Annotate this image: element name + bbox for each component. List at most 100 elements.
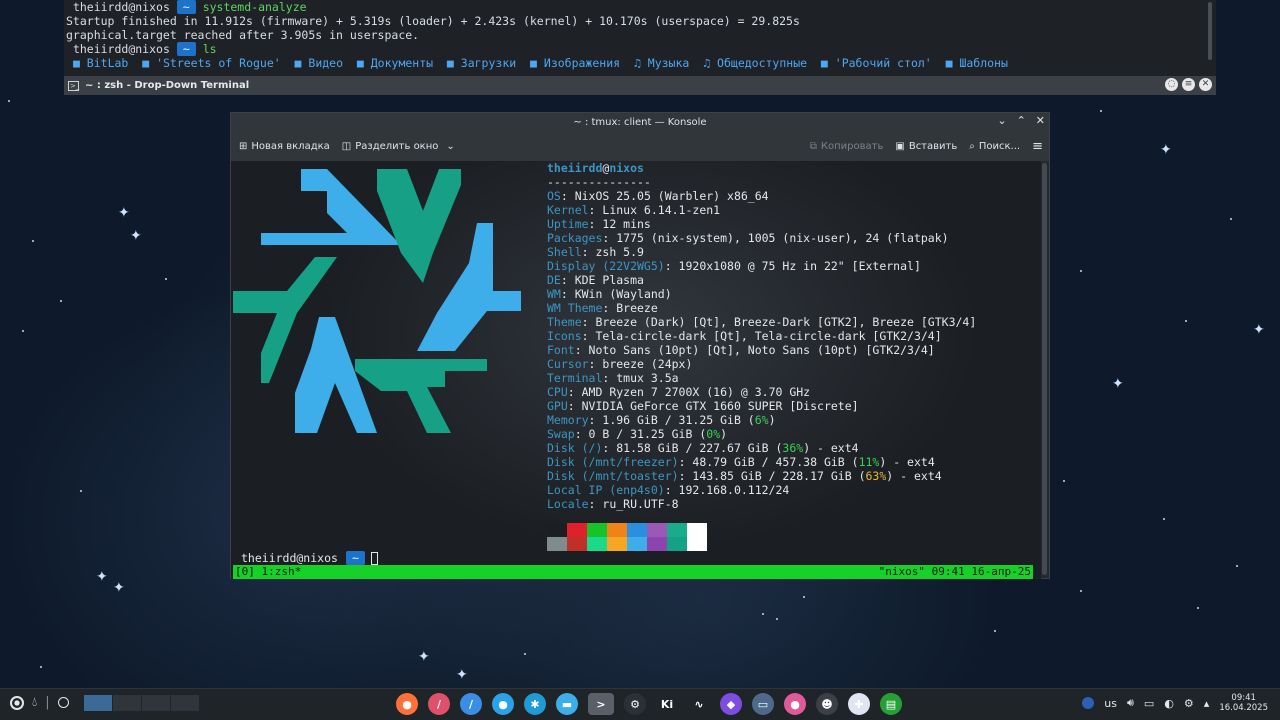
color-app-icon[interactable]: ● (784, 693, 806, 715)
monitor-app-icon[interactable]: ▤ (880, 693, 902, 715)
terminal-area[interactable]: theiirdd@nixos --------------- OS: NixOS… (231, 161, 1041, 579)
new-tab-button[interactable]: ⊞ Новая вкладка (239, 141, 330, 152)
volume-icon[interactable]: 🔊︎ (1127, 696, 1134, 710)
settings-icon[interactable]: ⚙ (1184, 697, 1194, 710)
star-decoration (22, 330, 24, 332)
desktop-1[interactable] (84, 695, 112, 711)
vm-app-icon[interactable]: ▭ (752, 693, 774, 715)
split-label: Разделить окно (355, 141, 439, 152)
star-decoration (1197, 607, 1199, 609)
virtual-desktop-pager[interactable] (84, 695, 200, 711)
text-cursor (370, 551, 378, 565)
palette-swatch (627, 523, 647, 537)
obsidian-app-icon[interactable]: ◆ (720, 693, 742, 715)
tmux-window-list[interactable]: [0] 1:zsh* (235, 565, 301, 579)
info-row: Cursor: breeze (24px) (547, 357, 693, 371)
files-app-icon[interactable]: ▬ (556, 693, 578, 715)
star-decoration (32, 240, 34, 242)
scrollbar[interactable] (1208, 2, 1212, 60)
editor-app-icon[interactable]: / (460, 693, 482, 715)
star-decoration (994, 630, 996, 632)
minimize-button[interactable]: ⌄ (997, 114, 1006, 127)
firefox-icon[interactable]: ● (396, 693, 418, 715)
copy-button[interactable]: ⧉ Копировать (810, 141, 884, 152)
color-palette (547, 523, 707, 551)
search-button[interactable]: ⌕ Поиск... (969, 141, 1020, 152)
info-row-disk: Disk (/mnt/freezer): 48.79 GiB / 457.38 … (547, 455, 935, 469)
star-decoration (776, 618, 778, 620)
digital-clock[interactable]: 09:41 16.04.2025 (1219, 693, 1268, 713)
update-icon[interactable] (1082, 697, 1095, 709)
konsole-titlebar[interactable]: ~ : tmux: client — Konsole ⌄ ⌃ ✕ (231, 113, 1049, 132)
star-decoration: ✦ (118, 205, 130, 221)
maximize-button[interactable]: ⌃ (1017, 114, 1026, 127)
hamburger-menu-icon[interactable]: ≡ (1032, 139, 1043, 154)
konsole-window[interactable]: ~ : tmux: client — Konsole ⌄ ⌃ ✕ ⊞ Новая… (230, 112, 1050, 579)
palette-swatch (607, 523, 627, 537)
palette-swatch (667, 537, 687, 551)
copy-label: Копировать (820, 141, 884, 152)
star-decoration (60, 300, 62, 302)
user-host: theiirdd@nixos (547, 161, 644, 175)
shell-prompt[interactable]: theiirdd@nixos ~ (241, 551, 378, 565)
brightness-icon[interactable]: ◐ (1164, 697, 1174, 710)
accessibility-app-icon[interactable]: ✱ (524, 693, 546, 715)
info-row: CPU: AMD Ryzen 7 2700X (16) @ 3.70 GHz (547, 385, 811, 399)
scrollbar[interactable] (1042, 163, 1047, 575)
close-button[interactable]: ✕ (1199, 78, 1212, 91)
menu-button[interactable]: ≡ (1182, 78, 1195, 91)
dropdown-terminal-output[interactable]: theiirdd@nixos ~ systemd-analyze Startup… (64, 0, 1216, 76)
star-decoration (1185, 320, 1187, 322)
logo-lambda (377, 169, 461, 283)
info-row: Kernel: Linux 6.14.1-zen1 (547, 203, 721, 217)
chat-app-icon[interactable]: ● (492, 693, 514, 715)
star-decoration (1063, 480, 1065, 482)
pencil-app-icon[interactable]: / (428, 693, 450, 715)
desktop-3[interactable] (142, 695, 170, 711)
palette-swatch (647, 523, 667, 537)
fastfetch-info: theiirdd@nixos --------------- OS: NixOS… (547, 161, 1027, 511)
dropdown-titlebar[interactable]: >_ ~ : zsh - Drop-Down Terminal ◌ ≡ ✕ (64, 76, 1216, 95)
clock-time: 09:41 (1231, 693, 1256, 703)
dropdown-terminal[interactable]: theiirdd@nixos ~ systemd-analyze Startup… (64, 0, 1216, 95)
star-decoration: ✦ (130, 228, 142, 244)
steam-app-icon[interactable]: ⚙ (624, 693, 646, 715)
desktop-4[interactable] (171, 695, 199, 711)
keyboard-layout[interactable]: us (1104, 697, 1117, 710)
split-view-button[interactable]: ◫ Разделить окно ⌄ (342, 141, 455, 152)
bot-app-icon[interactable]: ☻ (816, 693, 838, 715)
star-decoration: ✦ (113, 580, 125, 596)
terminal-icon: >_ (68, 80, 80, 91)
palette-swatch (687, 537, 707, 551)
water-drop-icon[interactable]: 💧︎ (32, 695, 37, 710)
info-row: Display (22V2WG5): 1920x1080 @ 75 Hz in … (547, 259, 921, 273)
star-decoration (1100, 110, 1102, 112)
konsole-toolbar: ⊞ Новая вкладка ◫ Разделить окно ⌄ ⧉ Коп… (231, 132, 1049, 161)
keep-open-button[interactable]: ◌ (1165, 78, 1178, 91)
display-icon[interactable]: ▭ (1144, 697, 1154, 710)
desktop-2[interactable] (113, 695, 141, 711)
tmux-status-bar: [0] 1:zsh* "nixos" 09:41 16-апр-25 (233, 565, 1033, 579)
palette-swatch (567, 537, 587, 551)
app-launcher-icon[interactable] (10, 695, 24, 710)
circle-icon[interactable] (57, 697, 69, 708)
search-icon: ⌕ (969, 141, 975, 152)
settings-app-icon[interactable]: ✚ (848, 693, 870, 715)
tmux-status-right: "nixos" 09:41 16-апр-25 (878, 565, 1031, 578)
paste-button[interactable]: ▣ Вставить (895, 141, 957, 152)
palette-swatch (567, 523, 587, 537)
separator: | (45, 695, 50, 710)
star-decoration (165, 278, 167, 280)
terminal-app-icon[interactable]: > (588, 693, 614, 715)
close-button[interactable]: ✕ (1036, 114, 1045, 127)
info-row: Uptime: 12 mins (547, 217, 651, 231)
system-tray: us 🔊︎ ▭ ◐ ⚙ ▴ 09:41 16.04.2025 (1082, 693, 1268, 713)
star-decoration (524, 653, 526, 655)
krita-app-icon[interactable]: Ki (656, 693, 678, 715)
info-row: Icons: Tela-circle-dark [Qt], Tela-circl… (547, 329, 942, 343)
chevron-down-icon: ⌄ (446, 141, 455, 152)
separator: --------------- (547, 175, 651, 189)
expand-tray-icon[interactable]: ▴ (1204, 697, 1210, 710)
info-row-disk: Disk (/): 81.58 GiB / 227.67 GiB (36%) -… (547, 441, 859, 455)
graph-app-icon[interactable]: ∿ (688, 693, 710, 715)
